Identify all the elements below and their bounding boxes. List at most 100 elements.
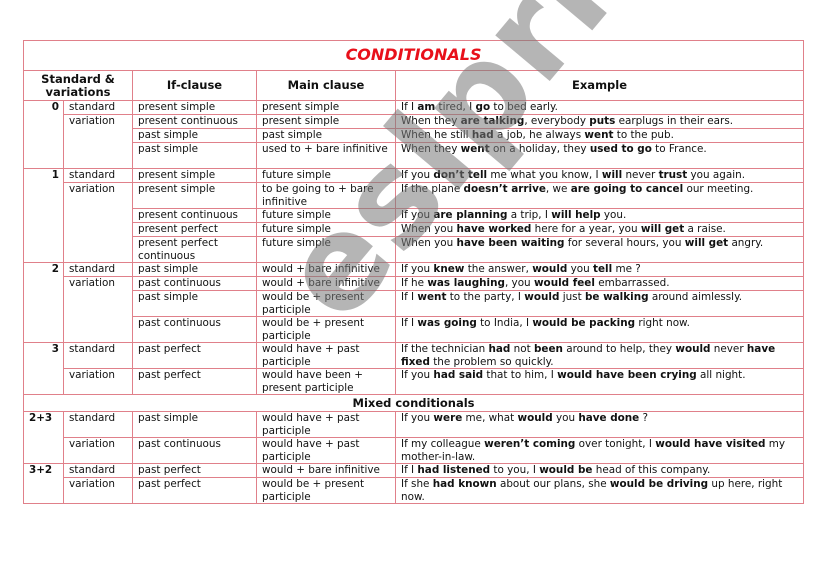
example-verb-bold: went [417,291,447,303]
example-text: the answer, [464,263,533,275]
example-verb-bold: were [433,412,463,424]
example-verb-bold: trust [658,169,688,181]
table-row: variation present continuous present simpl… [24,114,805,169]
example-text: never [622,169,659,181]
example-cell: When they are talking, everybody puts ea… [394,114,805,129]
if-clause-cell: present continuous [132,208,257,223]
row-type: variation [63,276,133,343]
example-verb-bold: have worked [456,223,532,235]
example-text: the problem so quickly. [429,355,554,368]
row-type: standard [63,262,133,277]
example-text: never [710,343,747,355]
example-text: around aimlessly. [648,291,743,303]
main-clause-cell: to be going to + bare infinitive [256,182,396,209]
mixed-conditionals-heading: Mixed conditionals [22,394,805,412]
example-text: all night. [696,369,746,381]
example-text: If you [401,412,434,424]
mixed-conditionals-body: 2+3 standard past simple would have + past … [23,411,805,504]
row-type: standard [63,168,133,183]
if-clause-cell: past simple [132,411,257,438]
table-row: 2 standard past simple would + bare infinit… [23,262,805,343]
if-clause-cell: past simple [132,128,257,143]
example-text: When they [401,115,461,127]
conditional-number: 3+2 [23,463,64,504]
header-standard-variations: Standard & variations [23,70,133,101]
row-type: variation [63,477,133,504]
page-title: CONDITIONALS [22,40,805,71]
table-row: 1 standard present simple future simple If y… [23,168,805,263]
main-clause-cell: would have been + present participle [256,368,396,395]
example-verb-bold: was laughing [427,277,505,289]
table-row: past simple would be + present participle… [24,290,805,317]
example-text: ? [639,412,649,424]
example-verb-bold: are talking [460,115,525,127]
if-clause-cell: past simple [132,262,257,277]
if-clause-cell: present perfect [132,222,257,237]
example-text: you [552,412,579,424]
example-verb-bold: have been waiting [456,237,565,249]
conditional-number: 3 [23,342,64,395]
table-row: variation present simple to be going to + … [24,182,805,263]
example-text: you [567,263,594,275]
table-row: present perfect continuous future simple W… [24,236,805,263]
main-clause-cell: would have + past participle [256,411,396,438]
row-type: variation [63,437,133,464]
row-type: standard [63,411,133,438]
example-cell: If you had said that to him, I would hav… [394,368,805,395]
example-text: If the plane [401,183,464,195]
main-clause-cell: future simple [256,208,396,223]
example-verb-bold: would [517,412,553,424]
example-verb-bold: weren’t coming [484,438,576,450]
example-text: If I [401,291,418,303]
if-clause-cell: past simple [132,290,257,317]
example-text: tired, I [435,101,476,113]
example-text: to the pub. [613,129,674,141]
table-row: variation past continuous would have + pas… [24,437,805,464]
example-cell: If I was going to India, I would be pack… [394,316,805,343]
example-verb-bold: would have visited [655,438,766,450]
example-text: me, what [462,412,518,424]
example-verb-bold: would [675,343,711,355]
example-text: When you [401,223,457,235]
example-text: here for a year, you [531,223,641,235]
example-verb-bold: had known [432,478,497,490]
example-text: If she [401,478,433,490]
example-text: embarrassed. [594,277,670,289]
example-text: When they [401,143,461,155]
example-text: that to him, I [483,369,558,381]
if-clause-cell: present simple [132,182,257,209]
example-cell: When he still had a job, he always went … [394,128,805,143]
table-row: variation past perfect would be + present … [24,477,805,504]
if-clause-cell: present continuous [132,114,257,129]
example-cell: If she had known about our plans, she wo… [394,477,805,504]
example-text: If the technician [401,343,489,355]
row-type: standard [63,342,133,369]
example-text: our meeting. [683,183,754,195]
worksheet: CONDITIONALS Standard & variations If-cl… [22,40,805,504]
example-text: When he still [401,129,472,141]
example-verb-bold: would feel [533,277,595,289]
if-clause-cell: present perfect continuous [132,236,257,263]
example-text: to bed early. [490,101,558,113]
example-text: , we [545,183,571,195]
main-clause-cell: would + bare infinitive [256,276,396,291]
example-verb-bold: be walking [584,291,649,303]
example-verb-bold: would be packing [532,317,636,329]
example-cell: If he was laughing, you would feel embar… [394,276,805,291]
example-verb-bold: are going to cancel [570,183,684,195]
example-text: to you, I [490,464,540,476]
example-cell: When they went on a holiday, they used t… [394,142,805,169]
table-row: past continuous would be + present partic… [24,316,805,343]
conditional-number: 2+3 [23,411,64,464]
example-text: a trip, I [507,209,552,221]
example-cell: If my colleague weren’t coming over toni… [394,437,805,464]
table-row: present continuous future simple If you ar… [24,208,805,223]
example-verb-bold: knew [433,263,465,275]
example-verb-bold: will get [640,223,685,235]
main-clause-cell: would be + present participle [256,290,396,317]
example-verb-bold: would be [539,464,593,476]
example-text: around to help, they [562,343,676,355]
conditional-number: 1 [23,168,64,263]
main-clause-cell: future simple [256,168,396,183]
header-example: Example [394,70,805,101]
